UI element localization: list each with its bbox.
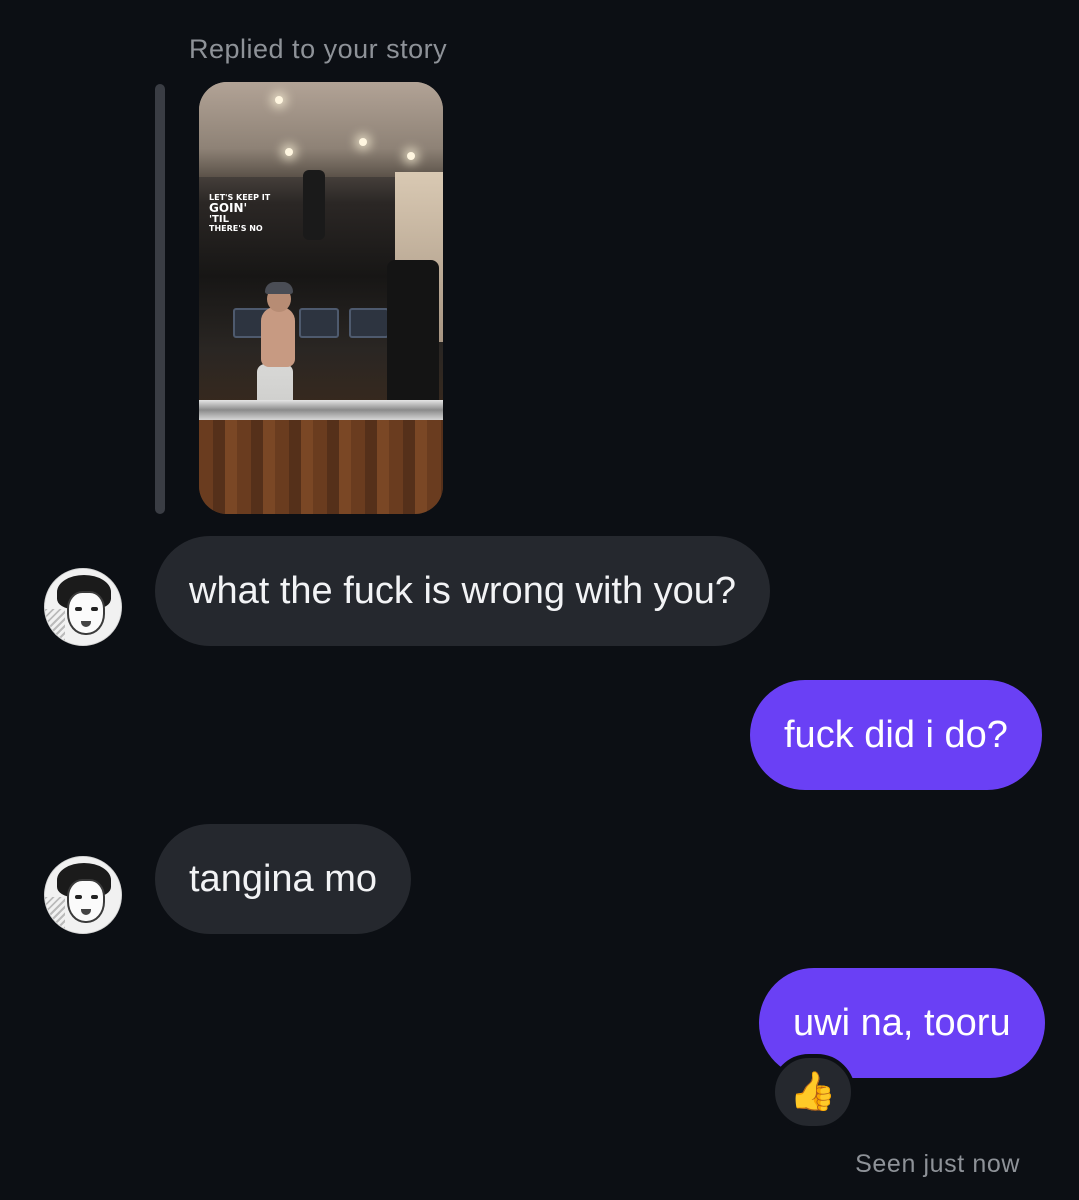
avatar-face [67, 879, 105, 923]
chat-thread: Replied to your story LET'S KEEP IT GOIN… [0, 0, 1079, 1200]
story-ceiling [199, 82, 443, 177]
wooden-floor [199, 420, 443, 514]
gym-machine [299, 308, 339, 338]
thumbs-up-reaction-icon[interactable]: 👍 [771, 1054, 855, 1130]
ceiling-light [359, 138, 367, 146]
story-text-line: THERE'S NO [209, 224, 263, 234]
avatar-eye [91, 607, 98, 611]
avatar-shading [45, 897, 65, 933]
message-bubble-incoming[interactable]: tangina mo [155, 824, 412, 934]
avatar-eye [75, 895, 82, 899]
person-torso [261, 307, 295, 367]
avatar-eye [91, 895, 98, 899]
ceiling-light [275, 96, 283, 104]
hanging-bag [303, 170, 325, 240]
avatar[interactable] [44, 568, 122, 646]
avatar-face [67, 591, 105, 635]
seen-status: Seen just now [855, 1150, 1020, 1178]
story-reply-label: Replied to your story [189, 34, 448, 64]
avatar-shading [45, 609, 65, 645]
gym-machine [349, 308, 389, 338]
reply-indicator-bar [155, 84, 165, 514]
mirror-rail [199, 400, 443, 420]
story-thumbnail[interactable]: LET'S KEEP IT GOIN' 'TIL THERE'S NO [199, 82, 443, 514]
avatar[interactable] [44, 856, 122, 934]
avatar-eye [75, 607, 82, 611]
message-bubble-outgoing[interactable]: fuck did i do? [750, 680, 1042, 790]
ceiling-light [285, 148, 293, 156]
ceiling-light [407, 152, 415, 160]
message-bubble-incoming[interactable]: what the fuck is wrong with you? [155, 536, 771, 646]
person-cap [265, 282, 293, 294]
story-overlay-text: LET'S KEEP IT GOIN' 'TIL THERE'S NO [209, 193, 270, 234]
